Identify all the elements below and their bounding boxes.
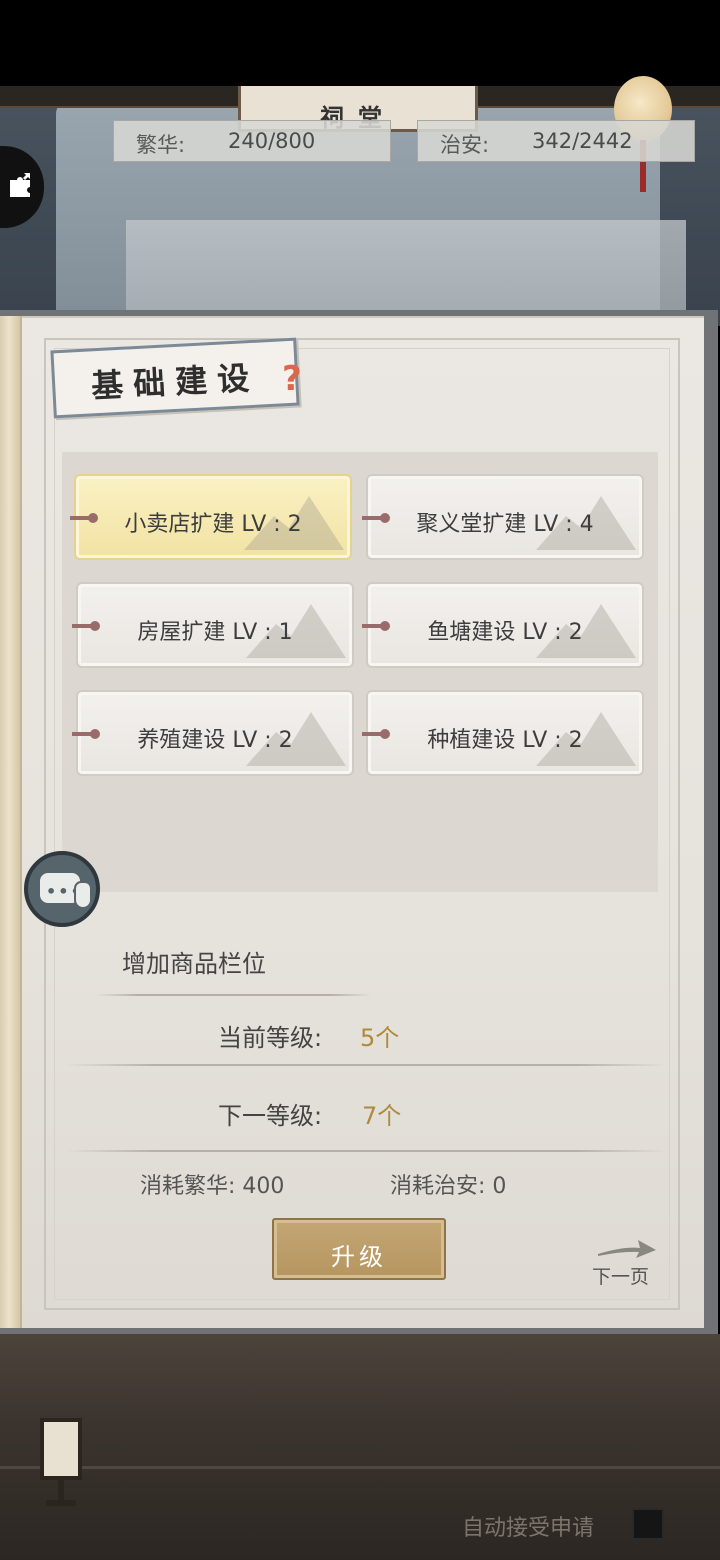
building-card-house[interactable]: 房屋扩建 LV : 1 — [72, 582, 354, 668]
building-card-planting[interactable]: 种植建设 LV : 2 — [362, 690, 644, 776]
auto-accept-label: 自动接受申请 — [462, 1516, 595, 1541]
building-label: 小卖店扩建 LV : 2 — [124, 512, 302, 537]
next-page-button[interactable]: 下一页 — [588, 1236, 668, 1288]
building-label: 养殖建设 LV : 2 — [137, 728, 293, 753]
top-black-bar — [0, 0, 720, 86]
help-icon[interactable]: ? — [282, 358, 312, 400]
current-level-value: 5个 — [360, 1024, 400, 1052]
building-card-breeding[interactable]: 养殖建设 LV : 2 — [72, 690, 354, 776]
next-level-label: 下一等级: — [218, 1102, 323, 1130]
next-page-label: 下一页 — [592, 1266, 650, 1288]
current-level-label: 当前等级: — [218, 1024, 323, 1052]
building-card-shop[interactable]: 小卖店扩建 LV : 2 — [70, 474, 352, 560]
upgrade-button[interactable]: 升级 — [272, 1218, 446, 1280]
building-description: 增加商品栏位 — [122, 950, 266, 978]
building-label: 种植建设 LV : 2 — [427, 728, 583, 753]
book-spine — [0, 316, 22, 1328]
lamp-decoration — [40, 1418, 82, 1506]
building-label: 鱼塘建设 LV : 2 — [427, 620, 583, 645]
chat-button[interactable]: ••• — [24, 851, 100, 927]
prosperity-label: 繁华: — [136, 133, 186, 157]
building-card-hall[interactable]: 聚义堂扩建 LV : 4 — [362, 474, 644, 560]
puzzle-icon[interactable] — [6, 170, 36, 200]
arrow-right-icon — [598, 1240, 656, 1258]
upgrade-label: 升级 — [331, 1243, 387, 1271]
cost-prosperity: 消耗繁华: 400 — [140, 1174, 285, 1199]
divider — [96, 994, 372, 996]
cost-security: 消耗治安: 0 — [390, 1174, 507, 1199]
building-card-fishpond[interactable]: 鱼塘建设 LV : 2 — [362, 582, 644, 668]
prosperity-value: 240/800 — [228, 129, 316, 153]
building-label: 房屋扩建 LV : 1 — [137, 620, 293, 645]
building-label: 聚义堂扩建 LV : 4 — [416, 512, 594, 537]
floor-line — [0, 1466, 720, 1469]
security-label: 治安: — [440, 133, 490, 157]
next-level-value: 7个 — [362, 1102, 402, 1130]
panel-title-banner: 基础建设 — [50, 337, 300, 419]
divider — [66, 1150, 666, 1152]
auto-accept-checkbox[interactable] — [632, 1508, 664, 1540]
floor-background — [0, 1334, 720, 1560]
security-value: 342/2442 — [532, 129, 633, 153]
security-stat: 治安: 342/2442 — [417, 120, 695, 162]
panel-title: 基础建设 — [90, 358, 261, 406]
bottle-icon — [74, 881, 92, 909]
prosperity-stat: 繁华: 240/800 — [113, 120, 391, 162]
divider — [66, 1064, 666, 1066]
